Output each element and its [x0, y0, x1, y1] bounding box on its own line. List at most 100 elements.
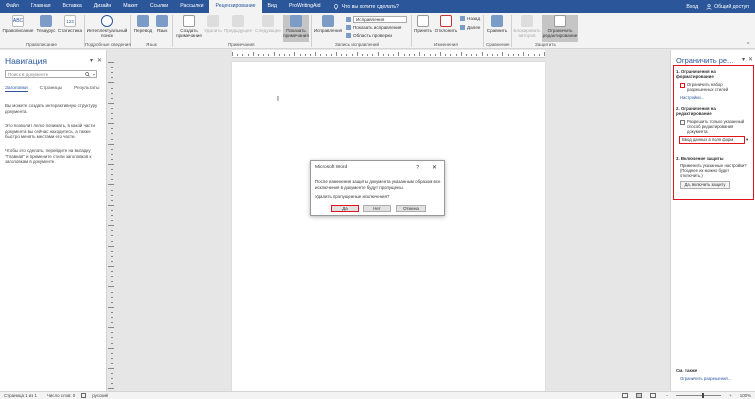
print-layout-icon[interactable] [635, 393, 642, 398]
previous-comment-button[interactable]: Предыдущее [223, 15, 253, 33]
language-button[interactable]: Язык [154, 15, 170, 33]
zoom-level[interactable]: 100% [740, 393, 751, 398]
tab-9[interactable]: ProWritingAid [283, 0, 327, 13]
ruler-tick [393, 54, 395, 56]
restrict-editing-button[interactable]: Ограничить редактирование [542, 15, 578, 42]
ruler-tick [111, 128, 113, 130]
document-page[interactable] [232, 62, 545, 391]
ruler-tick [111, 301, 113, 303]
search-dropdown-icon[interactable]: ▾ [93, 71, 95, 78]
tab-2[interactable]: Вставка [57, 0, 88, 13]
tab-6[interactable]: Рассылки [174, 0, 209, 13]
dialog-cancel-button[interactable]: Отмена [396, 205, 426, 212]
ruler-tick [108, 143, 114, 145]
delete-comment-button[interactable]: Удалить [203, 15, 223, 33]
proofing-icon[interactable] [81, 393, 87, 398]
comment-icon [183, 15, 195, 27]
ruler-tick [455, 54, 457, 56]
reviewing-pane-button[interactable]: Область проверки [346, 33, 392, 38]
select-chevron-down-icon[interactable]: ▾ [746, 137, 748, 143]
ruler-tick [111, 158, 113, 160]
tab-4[interactable]: Макет [117, 0, 144, 13]
thesaurus-button[interactable]: Тезаурус [34, 15, 58, 33]
spelling-button[interactable]: ABC Правописание [3, 15, 33, 33]
markup-select[interactable]: Исправления [346, 16, 407, 23]
ruler-tick [111, 291, 113, 293]
nav-options-icon[interactable]: ▾ [90, 57, 93, 64]
nav-tab-results[interactable]: Результаты [74, 86, 99, 92]
restrict-permission-link[interactable]: Ограничить разрешения... [680, 376, 731, 381]
nav-close-icon[interactable]: ✕ [97, 57, 102, 64]
previous-comment-icon [232, 15, 244, 27]
word-count-button[interactable]: 123 Статистика [57, 15, 83, 33]
ruler-tick [289, 54, 291, 56]
start-enforcement-button[interactable]: Да, включить защиту [680, 181, 730, 189]
ruler-tick [111, 67, 113, 69]
compare-label: Сравнить [486, 28, 508, 33]
ruler-tick [356, 52, 358, 56]
dialog-close-icon[interactable]: ✕ [432, 164, 437, 171]
web-layout-icon[interactable] [649, 393, 656, 398]
track-changes-button[interactable]: Исправления [313, 15, 343, 33]
tab-0[interactable]: Файл [0, 0, 25, 13]
track-changes-icon [322, 15, 334, 27]
next-comment-button[interactable]: Следующее [253, 15, 283, 33]
zoom-out-icon[interactable]: − [666, 393, 669, 398]
restrict-pane-title: Ограничить ре... [676, 56, 734, 65]
block-authors-button[interactable]: Блокировать авторов [513, 15, 541, 38]
word-count[interactable]: Число слов: 0 [47, 393, 75, 398]
new-comment-button[interactable]: Создать примечание [174, 15, 204, 38]
tab-8[interactable]: Вид [262, 0, 283, 13]
next-change-button[interactable]: Далее [460, 25, 480, 30]
ruler-tick [111, 113, 113, 114]
ruler-tick [111, 220, 113, 222]
dialog-no-button[interactable]: Нет [363, 205, 391, 212]
tell-me-box[interactable]: Что вы хотите сделать? [333, 4, 399, 10]
page-count[interactable]: Страница 1 из 1 [4, 393, 37, 398]
show-comments-button[interactable]: Показать примечания [283, 15, 309, 42]
zoom-slider[interactable] [676, 393, 722, 398]
allow-editing-checkbox[interactable] [680, 120, 685, 125]
accept-button[interactable]: Принять [413, 15, 433, 33]
restrict-styles-checkbox[interactable] [680, 83, 685, 88]
ruler-tick [108, 164, 114, 165]
zoom-in-icon[interactable]: + [729, 393, 732, 398]
dialog-help-button[interactable]: ? [416, 165, 419, 171]
tab-5[interactable]: Ссылки [144, 0, 174, 13]
nav-tab-pages[interactable]: Страницы [40, 86, 63, 92]
ruler-tick [388, 54, 389, 56]
nav-tab-headings[interactable]: Заголовки [5, 86, 28, 92]
compare-button[interactable]: Сравнить [485, 15, 509, 33]
dialog-yes-button[interactable]: Да [331, 205, 359, 212]
compare-icon [491, 15, 503, 27]
search-icon[interactable] [85, 72, 90, 77]
read-mode-icon[interactable] [621, 393, 628, 398]
tab-3[interactable]: Дизайн [88, 0, 117, 13]
settings-link[interactable]: Настройки... [680, 95, 704, 100]
see-also-title: См. также [676, 368, 698, 373]
share-button[interactable]: Общий доступ [706, 4, 749, 10]
ruler-tick [111, 271, 113, 273]
nav-search-input[interactable]: Поиск в документе ▾ [5, 70, 97, 78]
tab-7[interactable]: Рецензирование [209, 0, 262, 13]
show-markup-button[interactable]: Показать исправления [346, 25, 401, 30]
translate-button[interactable]: Перевод [132, 15, 154, 33]
show-comments-label: Показать примечания [283, 28, 309, 38]
ruler-tick [111, 77, 113, 79]
tab-1[interactable]: Главная [25, 0, 57, 13]
next-label: Следующее [255, 28, 281, 33]
reject-button[interactable]: Отклонить [434, 15, 458, 33]
previous-change-button[interactable]: Назад [460, 16, 480, 21]
sign-in-link[interactable]: Вход [686, 4, 698, 10]
restrict-pane-close-icon[interactable]: ✕ [748, 56, 753, 63]
restrict-pane-options-icon[interactable]: ▾ [742, 56, 745, 63]
editing-type-select[interactable]: Ввод данных в поля форм [679, 136, 745, 144]
ruler-tick [533, 54, 535, 56]
collapse-ribbon-icon[interactable]: ^ [747, 42, 749, 48]
status-language[interactable]: русский [92, 393, 108, 398]
ruler-tick [111, 189, 113, 191]
ruler-tick [538, 54, 540, 56]
smart-lookup-button[interactable]: Интеллектуальный поиск [86, 15, 128, 38]
ruler-tick [502, 52, 504, 56]
ruler-tick [544, 52, 545, 56]
